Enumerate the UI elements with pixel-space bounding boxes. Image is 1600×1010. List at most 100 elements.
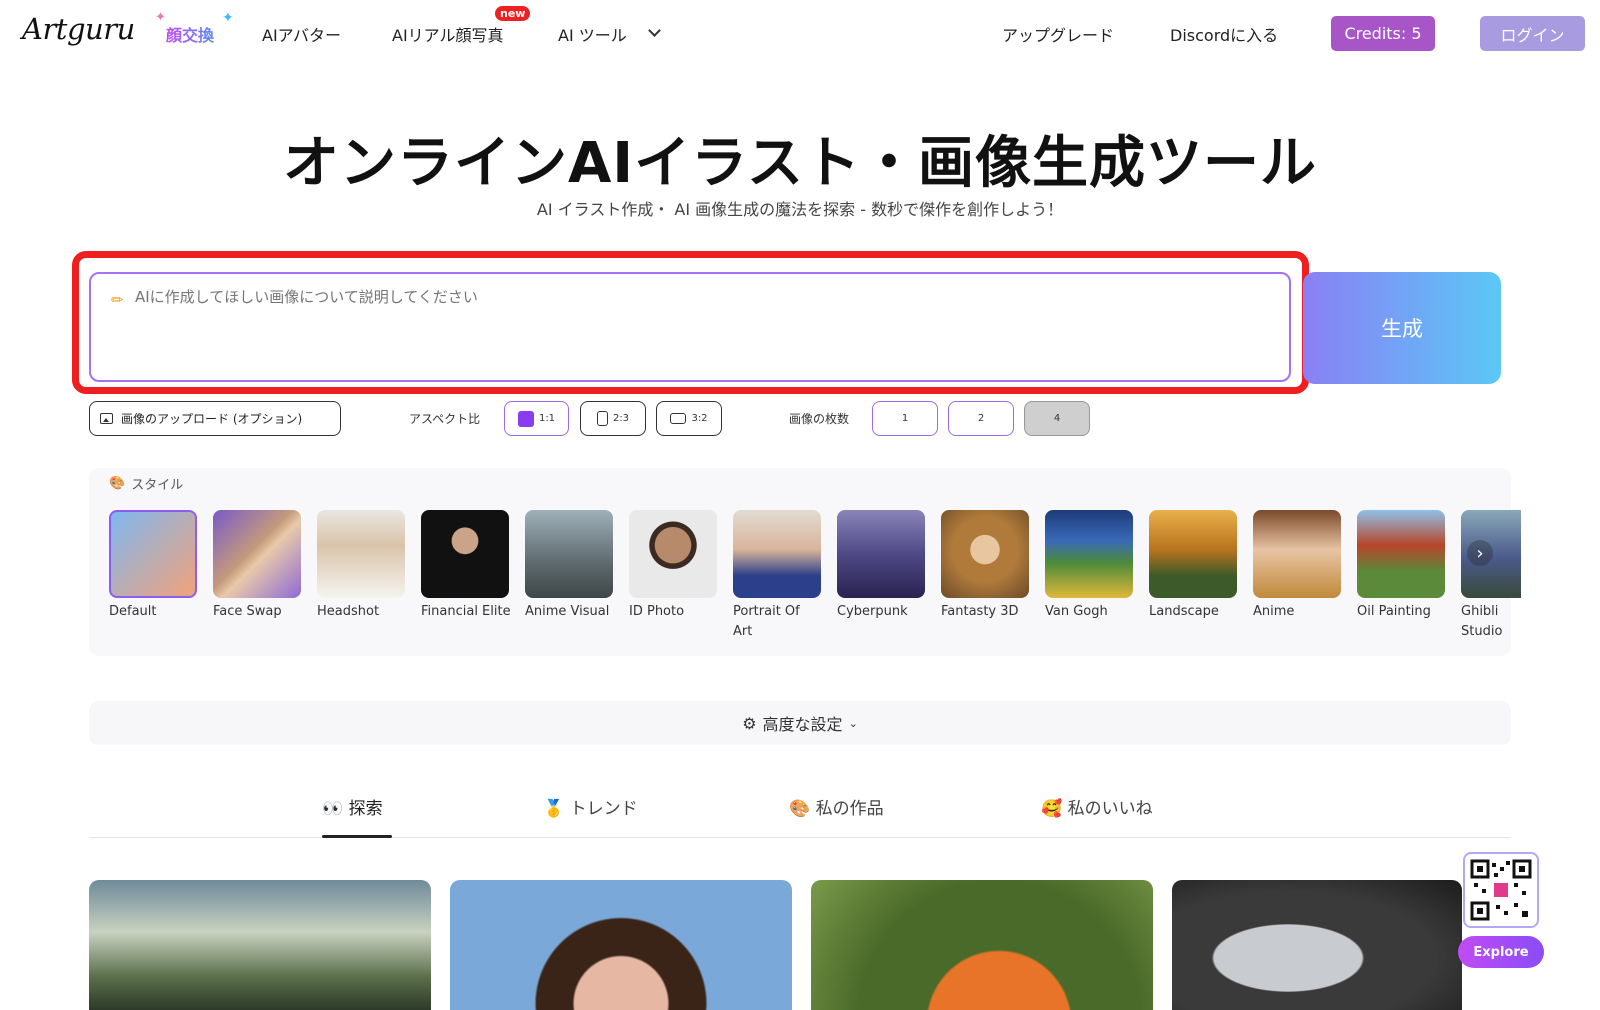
login-button[interactable]: ログイン — [1480, 16, 1585, 51]
style-panel: 🎨 スタイル Default Face Swap Headshot Financ… — [89, 468, 1521, 656]
style-thumbnail — [1357, 510, 1445, 598]
nav-ai-tools[interactable]: AI ツール — [558, 22, 627, 46]
style-thumbnail — [1253, 510, 1341, 598]
aspect-ratio-label: アスペクト比 — [409, 412, 481, 426]
nav-ai-photo[interactable]: AIリアル顔写真 — [392, 22, 504, 46]
style-item-ghibli-studio[interactable]: Ghibli Studio — [1461, 510, 1521, 642]
aspect-3-2-option[interactable]: 3:2 — [656, 401, 722, 436]
landscape-icon — [670, 413, 687, 424]
nav-ai-avatar[interactable]: AIアバター — [262, 22, 341, 46]
nav-upgrade[interactable]: アップグレード — [1002, 22, 1114, 46]
gallery-image[interactable] — [1172, 880, 1462, 1010]
image-count-label: 画像の枚数 — [789, 412, 850, 426]
style-item-oil-painting[interactable]: Oil Painting — [1357, 510, 1447, 622]
style-heading-label: スタイル — [131, 478, 184, 493]
tab-label: 探索 — [348, 799, 383, 819]
style-label: Default — [109, 604, 157, 619]
new-badge: new — [495, 6, 531, 21]
tab-label: 私の作品 — [815, 799, 884, 819]
style-thumbnail — [1045, 510, 1133, 598]
tab-my-likes[interactable]: 🥰 私のいいね — [1041, 794, 1153, 819]
style-item-id-photo[interactable]: ID Photo — [629, 510, 719, 622]
page-subtitle: AI イラスト作成・ AI 画像生成の魔法を探索 - 数秒で傑作を創作しよう！ — [536, 200, 1064, 219]
tab-label: 私のいいね — [1067, 799, 1153, 819]
advanced-settings-label: 高度な設定 — [762, 715, 843, 734]
style-thumbnail — [941, 510, 1029, 598]
style-item-portrait-of-art[interactable]: Portrait Of Art — [733, 510, 823, 642]
nav-discord[interactable]: Discordに入る — [1170, 22, 1278, 46]
gallery-image[interactable] — [89, 880, 431, 1010]
style-label: Face Swap — [213, 604, 282, 619]
active-tab-indicator — [322, 835, 392, 838]
style-item-default[interactable]: Default — [109, 510, 199, 622]
style-item-anime[interactable]: Anime — [1253, 510, 1343, 622]
style-label: Anime Visual — [525, 604, 610, 619]
style-thumbnail — [1149, 510, 1237, 598]
style-item-anime-visual[interactable]: Anime Visual — [525, 510, 615, 622]
style-item-face-swap[interactable]: Face Swap — [213, 510, 303, 622]
style-label: Anime — [1253, 604, 1295, 619]
style-label: Van Gogh — [1045, 604, 1108, 619]
gallery-tabs: 👀 探索 🥇 トレンド 🎨 私の作品 🥰 私のいいね — [89, 790, 1511, 838]
style-heading: 🎨 スタイル — [109, 474, 183, 493]
style-thumbnail — [733, 510, 821, 598]
style-thumbnail — [317, 510, 405, 598]
upload-image-button[interactable]: 画像のアップロード (オプション) — [89, 401, 341, 436]
tab-trend[interactable]: 🥇 トレンド — [543, 794, 638, 819]
style-item-cyberpunk[interactable]: Cyberpunk — [837, 510, 927, 622]
chevron-down-icon[interactable] — [648, 24, 661, 37]
medal-icon: 🥇 — [543, 799, 565, 819]
chevron-right-icon[interactable]: › — [1467, 540, 1493, 566]
gallery-image[interactable] — [811, 880, 1153, 1010]
sparkle-icon: ✦ — [155, 10, 166, 25]
sparkle-icon: ✦ — [222, 10, 234, 26]
palette-icon: 🎨 — [109, 476, 126, 491]
aspect-label: 3:2 — [691, 413, 708, 424]
tab-label: トレンド — [569, 799, 638, 819]
style-item-landscape[interactable]: Landscape — [1149, 510, 1239, 622]
heart-face-icon: 🥰 — [1041, 799, 1063, 819]
nav-face-swap[interactable]: 顔交換 — [166, 22, 214, 46]
top-navigation: Artguru ✦ ✦ 顔交換 AIアバター AIリアル顔写真 new AI ツ… — [0, 0, 1600, 64]
style-thumbnail — [421, 510, 509, 598]
prompt-input[interactable] — [135, 288, 1235, 306]
count-1-option[interactable]: 1 — [872, 401, 938, 436]
tab-explore[interactable]: 👀 探索 — [322, 794, 383, 819]
style-label: Landscape — [1149, 604, 1219, 619]
palette-icon: 🎨 — [789, 799, 811, 819]
style-item-financial-elite[interactable]: Financial Elite — [421, 510, 511, 622]
chevron-down-icon: ⌄ — [848, 716, 858, 730]
style-label: Oil Painting — [1357, 604, 1431, 619]
eyes-icon: 👀 — [322, 799, 344, 819]
prompt-box[interactable]: ✏ — [89, 272, 1291, 382]
style-label: ID Photo — [629, 604, 685, 619]
style-item-van-gogh[interactable]: Van Gogh — [1045, 510, 1135, 622]
square-icon — [517, 410, 534, 427]
count-2-option[interactable]: 2 — [948, 401, 1014, 436]
style-thumbnail — [837, 510, 925, 598]
qr-code-icon — [1470, 859, 1532, 921]
gallery-image[interactable] — [450, 880, 792, 1010]
qr-code — [1463, 852, 1539, 928]
aspect-label: 2:3 — [612, 413, 630, 424]
pencil-icon: ✏ — [111, 291, 124, 309]
style-label: Cyberpunk — [837, 604, 908, 619]
tab-my-works[interactable]: 🎨 私の作品 — [789, 794, 884, 819]
style-item-headshot[interactable]: Headshot — [317, 510, 407, 622]
portrait-icon — [596, 411, 608, 426]
generate-button[interactable]: 生成 — [1303, 272, 1501, 384]
style-label: Portrait Of Art — [733, 604, 800, 639]
style-thumbnail — [629, 510, 717, 598]
page-title: オンラインAIイラスト・画像生成ツール — [282, 131, 1318, 196]
explore-button[interactable]: Explore — [1458, 936, 1544, 968]
gear-icon: ⚙ — [742, 713, 757, 733]
advanced-settings-toggle[interactable]: ⚙ 高度な設定 ⌄ — [89, 701, 1511, 745]
artguru-logo[interactable]: Artguru — [22, 12, 135, 46]
credits-button[interactable]: Credits: 5 — [1331, 16, 1435, 51]
style-label: Financial Elite — [421, 604, 511, 619]
count-4-option[interactable]: 4 — [1024, 401, 1090, 436]
aspect-2-3-option[interactable]: 2:3 — [580, 401, 646, 436]
style-item-fantasy-3d[interactable]: Fantasty 3D — [941, 510, 1031, 622]
style-label: Ghibli Studio — [1461, 604, 1503, 639]
aspect-1-1-option[interactable]: 1:1 — [504, 401, 569, 436]
